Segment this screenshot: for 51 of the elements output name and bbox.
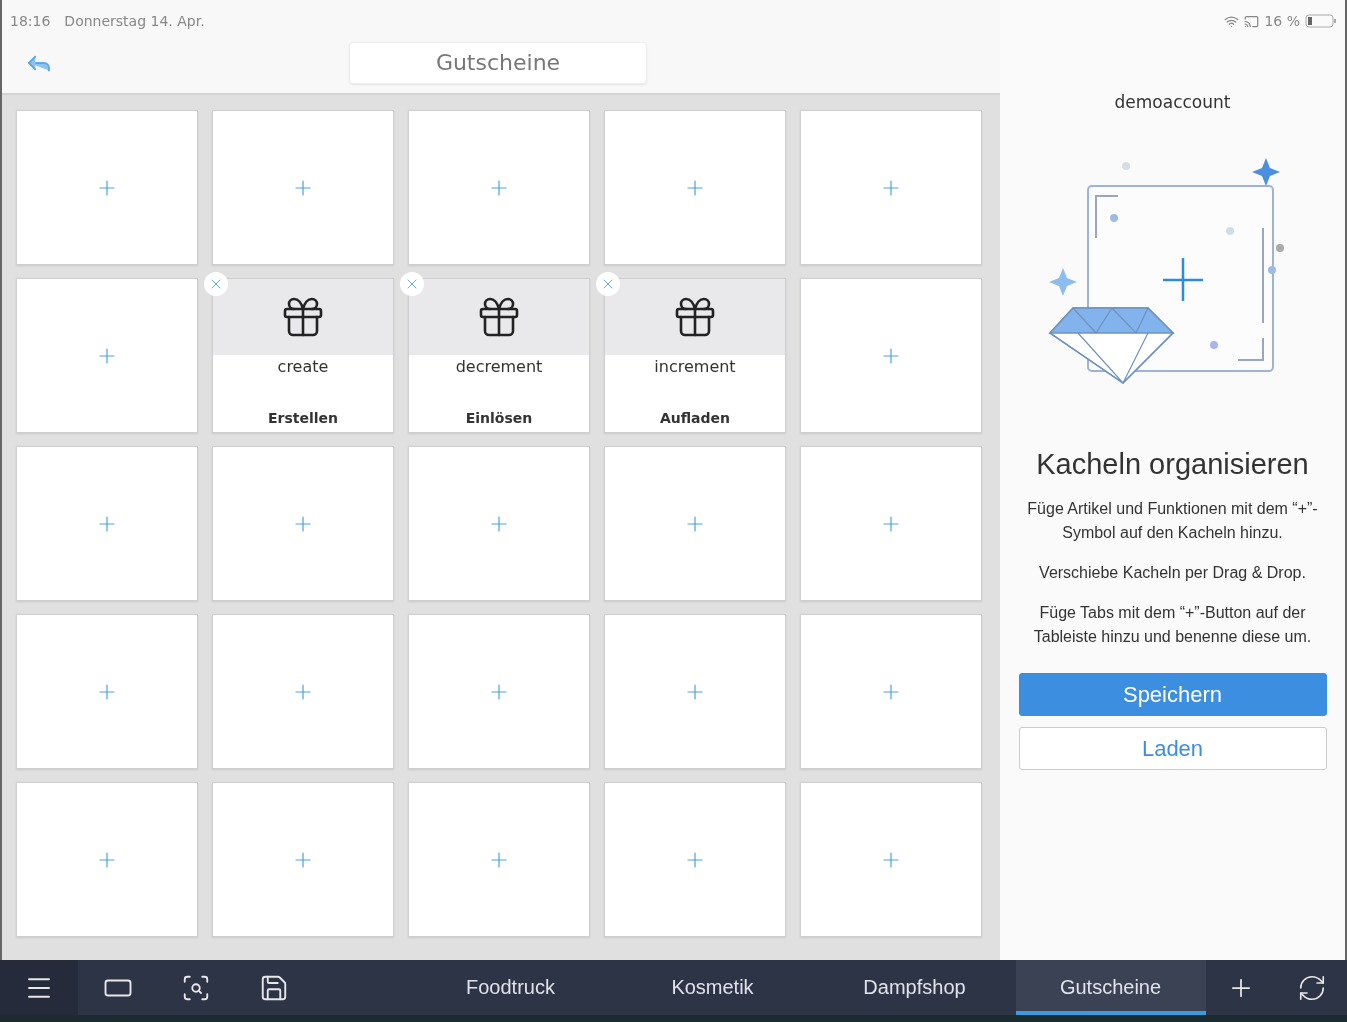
status-date: Donnerstag 14. Apr. <box>64 13 205 29</box>
add-tile-button[interactable] <box>604 446 786 601</box>
tile-name: create <box>277 357 329 376</box>
add-tile-button[interactable] <box>16 782 198 937</box>
add-tile-button[interactable] <box>604 614 786 769</box>
tile-label: Einlösen <box>465 410 533 426</box>
add-tile-button[interactable] <box>16 614 198 769</box>
add-tile-button[interactable] <box>800 446 982 601</box>
tile-label: Aufladen <box>659 410 731 426</box>
add-tile-button[interactable] <box>212 110 394 265</box>
page-title: Gutscheine <box>349 41 647 84</box>
add-tile-button[interactable] <box>800 614 982 769</box>
add-tile-button[interactable] <box>408 782 590 937</box>
category-tab[interactable]: Dampfshop <box>813 960 1016 1015</box>
add-tile-button[interactable] <box>800 782 982 937</box>
screen-mirroring-icon <box>1244 13 1260 29</box>
remove-button[interactable] <box>400 272 424 296</box>
remove-button[interactable] <box>596 272 620 296</box>
add-tile-button[interactable] <box>212 782 394 937</box>
function-tile[interactable]: create Erstellen <box>212 278 394 433</box>
help-text: Verschiebe Kacheln per Drag & Drop. <box>1039 563 1306 583</box>
battery-percent: 16 % <box>1264 13 1300 29</box>
add-tile-button[interactable] <box>16 110 198 265</box>
add-tile-button[interactable] <box>408 614 590 769</box>
function-tile[interactable]: increment Aufladen <box>604 278 786 433</box>
remove-button[interactable] <box>204 272 228 296</box>
add-tile-button[interactable] <box>604 110 786 265</box>
add-tile-button[interactable] <box>408 446 590 601</box>
add-tile-button[interactable] <box>16 446 198 601</box>
tile-name: decrement <box>455 357 543 376</box>
category-tab[interactable]: Foodtruck <box>409 960 612 1015</box>
menu-button[interactable] <box>0 960 79 1015</box>
add-tile-button[interactable] <box>212 614 394 769</box>
help-text: Füge Artikel und Funktionen mit dem “+”-Symbol auf den Kacheln hinzu. <box>1026 499 1319 543</box>
category-tab[interactable]: Gutscheine <box>1015 960 1206 1015</box>
category-tab[interactable]: Kosmetik <box>611 960 814 1015</box>
tile-name: increment <box>654 357 736 376</box>
add-tile-button[interactable] <box>16 278 198 433</box>
function-tile[interactable]: decrement Einlösen <box>408 278 590 433</box>
add-tile-button[interactable] <box>800 110 982 265</box>
status-time: 18:16 <box>10 13 51 29</box>
help-text: Füge Tabs mit dem “+”-Button auf der Tableiste hinzu und benenne diese um. <box>1032 603 1313 647</box>
battery-icon <box>1305 14 1337 28</box>
add-tile-button[interactable] <box>604 782 786 937</box>
add-tile-button[interactable] <box>212 446 394 601</box>
add-tile-button[interactable] <box>408 110 590 265</box>
account-name: demoaccount <box>1114 92 1231 112</box>
wifi-icon <box>1224 13 1240 29</box>
panel-heading: Kacheln organisieren <box>1036 448 1309 481</box>
tile-label: Erstellen <box>267 410 339 426</box>
add-tile-button[interactable] <box>800 278 982 433</box>
